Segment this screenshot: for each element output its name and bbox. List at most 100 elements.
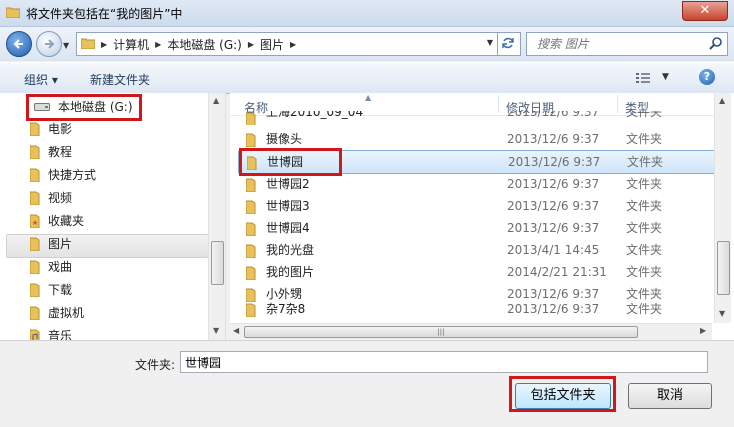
table-row-selected[interactable]: 世博园 2013/12/6 9:37 文件夹: [238, 150, 716, 174]
table-row[interactable]: 世博园2 2013/12/6 9:37 文件夹: [238, 173, 714, 195]
file-date: 2014/2/21 21:31: [507, 265, 607, 279]
file-date: 2013/12/6 9:37: [507, 221, 600, 235]
sidebar-item-favorites[interactable]: 收藏夹: [30, 210, 84, 232]
sidebar-item-videos[interactable]: 视频: [30, 187, 72, 209]
refresh-button[interactable]: [498, 32, 521, 56]
table-row[interactable]: 杂7杂8 2013/12/6 9:37 文件夹: [238, 298, 714, 320]
folder-icon: [30, 260, 40, 274]
sidebar-item-label: 收藏夹: [48, 214, 85, 228]
folder-icon: [246, 200, 256, 214]
file-list-scrollbar[interactable]: ▲ ▼: [714, 93, 731, 323]
sidebar-scroll-thumb[interactable]: [211, 241, 224, 285]
search-box[interactable]: [526, 32, 728, 56]
file-type: 文件夹: [626, 199, 663, 213]
dialog-footer: 文件夹: 包括文件夹 取消: [0, 340, 734, 427]
folder-icon: [246, 266, 256, 280]
file-name: 世博园4: [266, 221, 310, 235]
file-type: 文件夹: [626, 177, 663, 191]
folder-icon: [81, 38, 95, 49]
music-folder-icon: [30, 329, 40, 340]
sidebar-item-label: 快捷方式: [48, 168, 97, 182]
sidebar-item-downloads[interactable]: 下载: [30, 279, 72, 301]
arrow-right-icon: [45, 39, 55, 49]
sidebar-item-virtual-machines[interactable]: 虚拟机: [30, 302, 84, 324]
folder-icon: [246, 222, 256, 236]
view-options-icon[interactable]: [636, 72, 650, 84]
horizontal-scroll-thumb[interactable]: |||: [244, 326, 638, 338]
sidebar-item-movies[interactable]: 电影: [30, 118, 72, 140]
sidebar-item-music[interactable]: 音乐: [30, 325, 72, 340]
folder-name-input[interactable]: [180, 351, 708, 373]
breadcrumb: ▶ 计算机 ▶ 本地磁盘 (G:) ▶ 图片 ▶: [101, 36, 296, 53]
folder-icon: [246, 133, 256, 147]
file-type: 文件夹: [627, 155, 664, 169]
folder-icon: [247, 156, 257, 170]
window-title: 将文件夹包括在“我的图片”中: [26, 7, 183, 21]
sidebar-item-label: 音乐: [48, 329, 73, 340]
address-bar[interactable]: ▶ 计算机 ▶ 本地磁盘 (G:) ▶ 图片 ▶ ▼: [76, 32, 498, 56]
include-folder-button[interactable]: 包括文件夹: [515, 383, 611, 409]
chevron-down-icon[interactable]: ▼: [487, 38, 493, 47]
refresh-icon: [502, 37, 514, 49]
scroll-down-icon[interactable]: ▼: [719, 309, 725, 318]
file-name: 我的图片: [266, 265, 315, 279]
file-type: 文件夹: [626, 265, 663, 279]
chevron-right-icon[interactable]: ▶: [101, 40, 107, 49]
scroll-up-icon[interactable]: ▲: [719, 96, 725, 105]
sidebar-item-shortcuts[interactable]: 快捷方式: [30, 164, 96, 186]
file-date: 2013/12/6 9:37: [507, 302, 600, 316]
table-row[interactable]: 摄像头 2013/12/6 9:37 文件夹: [238, 128, 714, 150]
folder-icon: [30, 237, 40, 251]
file-list: ▲ 名称 修改日期 类型 上海2010_09_04 2013/12/6 9:37…: [230, 93, 734, 340]
scroll-left-icon[interactable]: ◀: [233, 326, 239, 335]
file-name: 摄像头: [266, 132, 303, 146]
scroll-right-icon[interactable]: ▶: [700, 326, 706, 335]
file-name: 世博园3: [266, 199, 310, 213]
sidebar-item-tutorials[interactable]: 教程: [30, 141, 72, 163]
search-icon[interactable]: [709, 36, 723, 50]
file-name: 世博园: [267, 155, 304, 169]
chevron-right-icon[interactable]: ▶: [155, 40, 161, 49]
drive-icon: [34, 103, 50, 111]
navigation-pane: 本地磁盘 (G:) 电影 教程 快捷方式 视频 收藏夹 图片 戏曲 下载 虚拟机…: [0, 93, 226, 340]
chevron-right-icon[interactable]: ▶: [290, 40, 296, 49]
folder-icon: [246, 244, 256, 258]
chevron-right-icon[interactable]: ▶: [248, 40, 254, 49]
view-dropdown-icon[interactable]: ▼: [662, 72, 669, 82]
sidebar-item-opera[interactable]: 戏曲: [30, 256, 72, 278]
sidebar-item-label: 下载: [48, 283, 73, 297]
breadcrumb-pictures[interactable]: 图片: [260, 36, 284, 53]
forward-button[interactable]: [36, 31, 62, 57]
sidebar-item-pictures[interactable]: 图片: [30, 233, 72, 255]
folder-icon: [30, 145, 40, 159]
scroll-down-icon[interactable]: ▼: [213, 326, 219, 335]
recent-pages-dropdown[interactable]: ▼: [63, 41, 69, 50]
table-row[interactable]: 我的图片 2014/2/21 21:31 文件夹: [238, 261, 714, 283]
table-row[interactable]: 世博园4 2013/12/6 9:37 文件夹: [238, 217, 714, 239]
breadcrumb-drive[interactable]: 本地磁盘 (G:): [167, 36, 242, 53]
folder-icon: [246, 303, 256, 317]
sidebar-scrollbar[interactable]: ▲ ▼: [208, 93, 225, 340]
arrow-left-icon: [13, 39, 23, 49]
table-row[interactable]: 我的光盘 2013/4/1 14:45 文件夹: [238, 239, 714, 261]
search-input[interactable]: [535, 36, 699, 52]
file-type: 文件夹: [626, 132, 663, 146]
cancel-button[interactable]: 取消: [628, 383, 712, 409]
sort-ascending-icon: ▲: [365, 93, 372, 102]
organize-button[interactable]: 组织 ▾: [24, 71, 58, 88]
scroll-up-icon[interactable]: ▲: [213, 96, 219, 105]
file-name: 我的光盘: [266, 243, 315, 257]
file-list-scroll-thumb[interactable]: [717, 241, 730, 295]
new-folder-button[interactable]: 新建文件夹: [90, 71, 150, 88]
sidebar-item-drive[interactable]: 本地磁盘 (G:): [34, 96, 133, 118]
table-row[interactable]: 世博园3 2013/12/6 9:37 文件夹: [238, 195, 714, 217]
file-name: 世博园2: [266, 177, 310, 191]
folder-icon: [246, 178, 256, 192]
horizontal-scrollbar[interactable]: ◀ ||| ▶: [230, 323, 712, 340]
breadcrumb-computer[interactable]: 计算机: [113, 36, 149, 53]
help-icon[interactable]: ?: [699, 69, 715, 85]
file-date: 2013/12/6 9:37: [508, 155, 601, 169]
back-button[interactable]: [6, 31, 32, 57]
table-row[interactable]: 上海2010_09_04 2013/12/6 9:37 文件夹: [238, 111, 714, 125]
close-button[interactable]: ✕: [682, 1, 728, 21]
